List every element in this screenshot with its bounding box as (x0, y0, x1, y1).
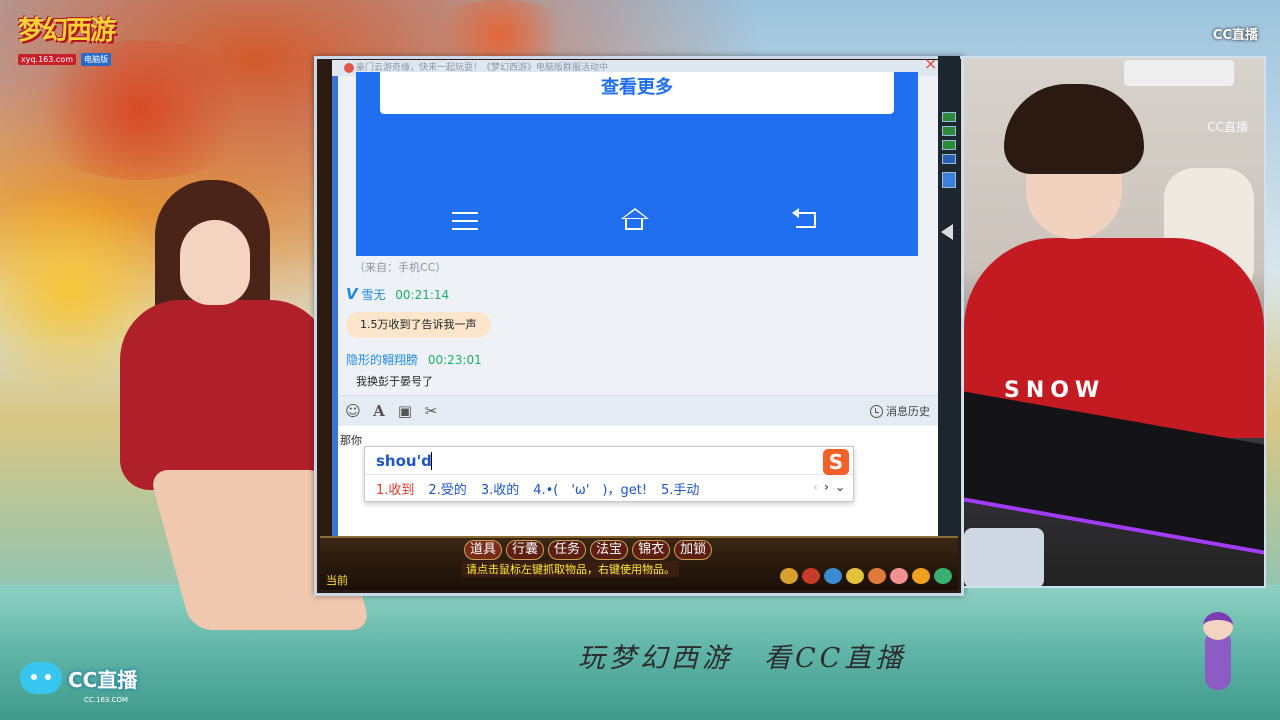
vip-icon: V (346, 285, 358, 303)
cc-watermark-cam: CC直播 (1207, 120, 1248, 134)
cc-cloud-icon (20, 662, 62, 694)
hud-tab-lock[interactable]: 加锁 (674, 540, 713, 560)
ime-candidate[interactable]: 2.受的 (428, 479, 466, 498)
peach-icon[interactable] (890, 568, 908, 584)
emoji-icon[interactable]: ☺ (344, 402, 362, 420)
chat-close-icon[interactable]: × (924, 54, 937, 73)
scissors-icon[interactable]: ✂ (422, 402, 440, 420)
message-header: V 雪无 00:21:14 (346, 285, 449, 303)
ime-candidate[interactable]: 3.收的 (481, 479, 519, 498)
ime-page-controls: ‹ › ⌄ (813, 480, 845, 494)
message-history-button[interactable]: 消息历史 (870, 403, 930, 419)
fairy-mascot (1185, 612, 1255, 712)
settings-icon[interactable] (934, 568, 952, 584)
ime-candidate[interactable]: 5.手动 (661, 479, 699, 498)
ime-candidate[interactable]: 1.收到 (376, 479, 414, 498)
clock-icon (870, 404, 883, 418)
ime-composition: shou'd S (365, 447, 853, 475)
air-conditioner (1124, 60, 1234, 86)
text-cursor (431, 452, 432, 470)
streamer-head (1004, 84, 1144, 239)
home-icon (620, 208, 649, 234)
message-text: 我换彭于晏号了 (356, 375, 433, 388)
hud-tab-quest[interactable]: 任务 (548, 540, 587, 560)
back-icon (792, 208, 820, 234)
sweater-pattern: SNOW (1004, 378, 1106, 403)
orb-icon[interactable] (912, 568, 930, 584)
phone (964, 528, 1044, 586)
chat-toolbar: ☺ A ▣ ✂ 消息历史 (338, 395, 938, 425)
character-face (180, 220, 250, 305)
cc-brand-logo: CC直播 CC.163.COM (20, 662, 138, 704)
cc-watermark-top: CC直播 (1212, 28, 1258, 43)
hud-tab-treasure[interactable]: 法宝 (590, 540, 629, 560)
notice-icon (344, 63, 354, 73)
character-dress (120, 300, 330, 490)
side-button[interactable] (942, 126, 956, 136)
streamer-hair (1004, 84, 1144, 174)
message-header: 隐形的翱翔膀 00:23:01 (346, 351, 482, 368)
ime-expand-icon[interactable]: ⌄ (835, 480, 845, 494)
side-button[interactable] (942, 154, 956, 164)
side-button[interactable] (942, 172, 956, 188)
image-icon[interactable]: ▣ (396, 402, 414, 420)
pet-icon[interactable] (868, 568, 886, 584)
game-logo-url: xyq.163.com (18, 54, 76, 65)
ime-candidate[interactable]: 4.•( 'ω' )，get! (533, 479, 647, 498)
message-bubble: 1.5万收到了告诉我一声 (346, 312, 491, 338)
game-character-illustration (60, 180, 372, 650)
view-more-button[interactable]: 查看更多 (380, 72, 894, 114)
game-hud: 道具 行囊 任务 法宝 锦衣 加锁 请点击鼠标左键抓取物品，右键使用物品。 当前 (320, 536, 958, 590)
streamer-webcam: CC直播 SNOW (962, 56, 1266, 588)
ime-candidates: 1.收到 2.受的 3.收的 4.•( 'ω' )，get! 5.手动 (376, 479, 699, 498)
bell-icon[interactable] (780, 568, 798, 584)
side-button[interactable] (942, 140, 956, 150)
ime-pinyin: shou'd (376, 452, 432, 470)
cc-brand-url: CC.163.COM (84, 696, 129, 704)
ime-next-icon[interactable]: › (824, 480, 829, 494)
star-icon[interactable] (846, 568, 864, 584)
sogou-ime-icon[interactable]: S (823, 449, 849, 475)
message-time: 00:23:01 (427, 353, 482, 367)
game-logo-badge: 电脑版 (81, 53, 112, 66)
hud-tip: 请点击鼠标左键抓取物品，右键使用物品。 (462, 561, 679, 577)
ime-candidate-window: shou'd S 1.收到 2.受的 3.收的 4.•( 'ω' )，get! … (364, 446, 854, 502)
sender-name[interactable]: 雪无 (361, 288, 385, 302)
font-icon[interactable]: A (370, 402, 388, 420)
flag-icon[interactable] (824, 568, 842, 584)
hud-tab-items[interactable]: 道具 (464, 540, 503, 560)
message-history-label: 消息历史 (886, 405, 930, 418)
hud-tab-bag[interactable]: 行囊 (506, 540, 545, 560)
sender-name[interactable]: 隐形的翱翔膀 (346, 353, 418, 367)
menu-icon (452, 208, 480, 234)
side-button[interactable] (942, 112, 956, 122)
ime-prev-icon[interactable]: ‹ (813, 480, 818, 494)
fairy-head (1203, 612, 1233, 640)
message-time: 00:21:14 (395, 288, 450, 302)
collapse-arrow-icon[interactable] (941, 224, 953, 240)
hud-tab-outfit[interactable]: 锦衣 (632, 540, 671, 560)
game-logo: 梦幻西游 xyq.163.com 电脑版 (18, 10, 128, 66)
hud-channel[interactable]: 当前 (326, 572, 348, 588)
gift-icon[interactable] (802, 568, 820, 584)
phone-screenshot-message: 查看更多 (356, 72, 918, 256)
game-logo-text: 梦幻西游 (18, 16, 116, 46)
slogan-text: 玩梦幻西游 看CC直播 (578, 643, 907, 674)
cc-brand-text: CC直播 (68, 667, 138, 692)
hud-icon-bar (780, 568, 952, 584)
chat-input-text: 那你 (340, 434, 362, 447)
hud-tabs: 道具 行囊 任务 法宝 锦衣 加锁 (464, 540, 713, 560)
message-source: （来自：手机CC） (354, 261, 447, 274)
